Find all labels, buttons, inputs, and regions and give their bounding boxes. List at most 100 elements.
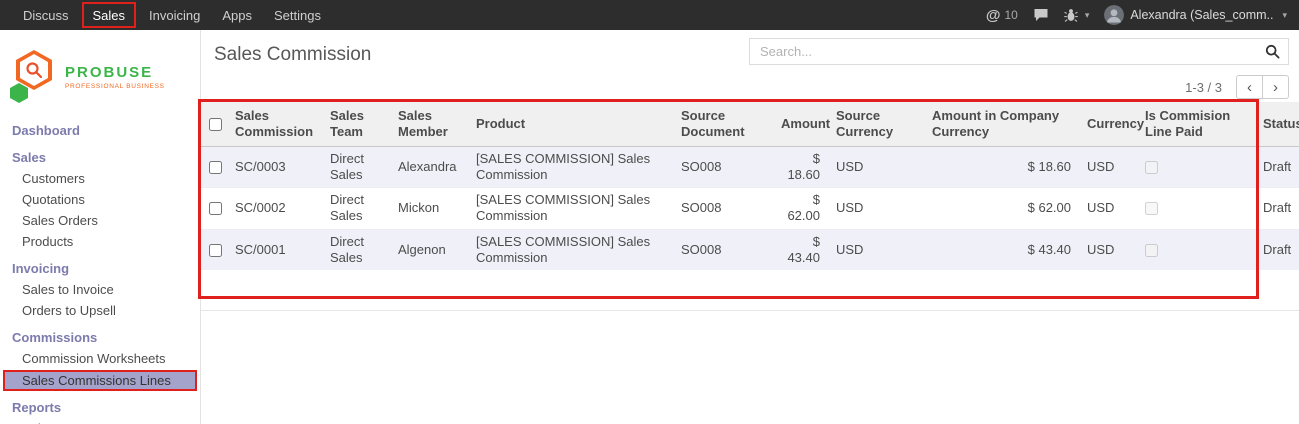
speech-bubble-icon	[1033, 8, 1049, 22]
cell-amount: $ 43.40	[773, 229, 828, 270]
table-empty-space	[201, 270, 1299, 310]
user-menu[interactable]: Alexandra (Sales_comm.. ▾	[1104, 5, 1287, 25]
column-header-sales-member[interactable]: Sales Member	[390, 102, 468, 146]
topbar-menu-discuss[interactable]: Discuss	[12, 0, 80, 30]
table-row[interactable]: SC/0002 Direct Sales Mickon [SALES COMMI…	[201, 188, 1299, 230]
cell-is-paid	[1137, 188, 1255, 230]
column-header-status[interactable]: Status	[1255, 102, 1299, 146]
column-header-currency[interactable]: Currency	[1079, 102, 1137, 146]
cell-currency: USD	[1079, 146, 1137, 188]
cell-amount-company-currency: $ 18.60	[924, 146, 1079, 188]
topbar-menu-invoicing[interactable]: Invoicing	[138, 0, 211, 30]
cell-amount-company-currency: $ 62.00	[924, 188, 1079, 230]
table-header-row: Sales Commission Sales Team Sales Member…	[201, 102, 1299, 146]
sidebar-heading-sales[interactable]: Sales	[0, 147, 200, 168]
debug-menu-button[interactable]: ▾	[1064, 8, 1090, 22]
pager-next-button[interactable]: ›	[1262, 75, 1289, 99]
sidebar-item-commission-worksheets[interactable]: Commission Worksheets	[0, 348, 200, 369]
mentions-button[interactable]: @ 10	[986, 8, 1018, 23]
row-select-checkbox[interactable]	[209, 202, 222, 215]
cell-sales-team: Direct Sales	[322, 229, 390, 270]
row-select-cell	[201, 188, 227, 230]
select-all-cell	[201, 102, 227, 146]
column-header-source-document[interactable]: Source Document	[673, 102, 773, 146]
magnifier-icon	[24, 60, 44, 80]
cell-sales-commission: SC/0002	[227, 188, 322, 230]
cell-product: [SALES COMMISSION] Sales Commission	[468, 229, 673, 270]
page-title: Sales Commission	[214, 44, 371, 66]
sidebar-item-sales-to-invoice[interactable]: Sales to Invoice	[0, 279, 200, 300]
column-header-sales-commission[interactable]: Sales Commission	[227, 102, 322, 146]
cell-status: Draft	[1255, 188, 1299, 230]
caret-down-icon: ▾	[1085, 10, 1090, 21]
cell-product: [SALES COMMISSION] Sales Commission	[468, 146, 673, 188]
pager-range: 1-3 / 3	[1185, 80, 1222, 95]
sidebar-item-reports-sales[interactable]: Sales	[0, 418, 200, 424]
cell-sales-commission: SC/0001	[227, 229, 322, 270]
topbar-systray: @ 10 ▾	[986, 5, 1299, 25]
sidebar-item-products[interactable]: Products	[0, 231, 200, 252]
cell-source-document: SO008	[673, 146, 773, 188]
sidebar-heading-dashboard[interactable]: Dashboard	[0, 120, 200, 141]
cell-amount-company-currency: $ 43.40	[924, 229, 1079, 270]
cell-source-document: SO008	[673, 188, 773, 230]
row-select-cell	[201, 229, 227, 270]
cell-sales-commission: SC/0003	[227, 146, 322, 188]
logo-hexagons-icon	[10, 50, 58, 104]
main-content: Sales Commission 1-3 / 3 ‹ ›	[201, 30, 1299, 424]
bug-icon	[1064, 8, 1078, 22]
row-select-cell	[201, 146, 227, 188]
search-input[interactable]	[758, 43, 1265, 60]
column-header-product[interactable]: Product	[468, 102, 673, 146]
column-header-source-currency[interactable]: Source Currency	[828, 102, 924, 146]
cell-sales-member: Mickon	[390, 188, 468, 230]
topbar-menu-sales[interactable]: Sales	[82, 2, 137, 28]
sidebar: PROBUSE PROFESSIONAL BUSINESS Dashboard …	[0, 30, 201, 424]
column-header-amount[interactable]: Amount	[773, 102, 828, 146]
row-select-checkbox[interactable]	[209, 244, 222, 257]
sidebar-heading-commissions[interactable]: Commissions	[0, 327, 200, 348]
sidebar-item-quotations[interactable]: Quotations	[0, 189, 200, 210]
is-paid-checkbox	[1145, 161, 1158, 174]
cell-is-paid	[1137, 229, 1255, 270]
select-all-checkbox[interactable]	[209, 118, 222, 131]
search-bar	[749, 38, 1289, 65]
commission-table: Sales Commission Sales Team Sales Member…	[201, 102, 1299, 270]
table-row[interactable]: SC/0001 Direct Sales Algenon [SALES COMM…	[201, 229, 1299, 270]
is-paid-checkbox	[1145, 202, 1158, 215]
table-row[interactable]: SC/0003 Direct Sales Alexandra [SALES CO…	[201, 146, 1299, 188]
is-paid-checkbox	[1145, 244, 1158, 257]
brand-name: PROBUSE	[65, 64, 165, 81]
topbar-menu-apps[interactable]: Apps	[211, 0, 263, 30]
column-header-is-paid[interactable]: Is Commision Line Paid	[1137, 102, 1255, 146]
cell-amount: $ 62.00	[773, 188, 828, 230]
sidebar-heading-invoicing[interactable]: Invoicing	[0, 258, 200, 279]
sidebar-item-customers[interactable]: Customers	[0, 168, 200, 189]
messages-button[interactable]	[1033, 8, 1049, 22]
sidebar-nav: Dashboard Sales Customers Quotations Sal…	[0, 120, 200, 424]
cell-source-currency: USD	[828, 229, 924, 270]
row-select-checkbox[interactable]	[209, 161, 222, 174]
chevron-left-icon: ‹	[1247, 80, 1252, 95]
app-logo: PROBUSE PROFESSIONAL BUSINESS	[0, 30, 200, 118]
cell-source-document: SO008	[673, 229, 773, 270]
sidebar-item-sales-orders[interactable]: Sales Orders	[0, 210, 200, 231]
column-header-amount-company-currency[interactable]: Amount in Company Currency	[924, 102, 1079, 146]
pager-previous-button[interactable]: ‹	[1236, 75, 1263, 99]
user-name: Alexandra (Sales_comm..	[1130, 8, 1273, 22]
cell-status: Draft	[1255, 146, 1299, 188]
sidebar-heading-reports[interactable]: Reports	[0, 397, 200, 418]
commission-list-view: Sales Commission Sales Team Sales Member…	[201, 102, 1299, 311]
column-header-sales-team[interactable]: Sales Team	[322, 102, 390, 146]
sidebar-item-orders-to-upsell[interactable]: Orders to Upsell	[0, 300, 200, 321]
mention-count: 10	[1004, 8, 1017, 22]
cell-status: Draft	[1255, 229, 1299, 270]
sidebar-item-sales-commissions-lines[interactable]: Sales Commissions Lines	[3, 370, 197, 391]
brand-tagline: PROFESSIONAL BUSINESS	[65, 83, 165, 90]
pager: 1-3 / 3 ‹ ›	[201, 72, 1299, 102]
search-icon[interactable]	[1265, 44, 1280, 59]
cell-product: [SALES COMMISSION] Sales Commission	[468, 188, 673, 230]
topbar-menu: Discuss Sales Invoicing Apps Settings	[0, 0, 332, 30]
at-icon: @	[986, 8, 1001, 23]
topbar-menu-settings[interactable]: Settings	[263, 0, 332, 30]
